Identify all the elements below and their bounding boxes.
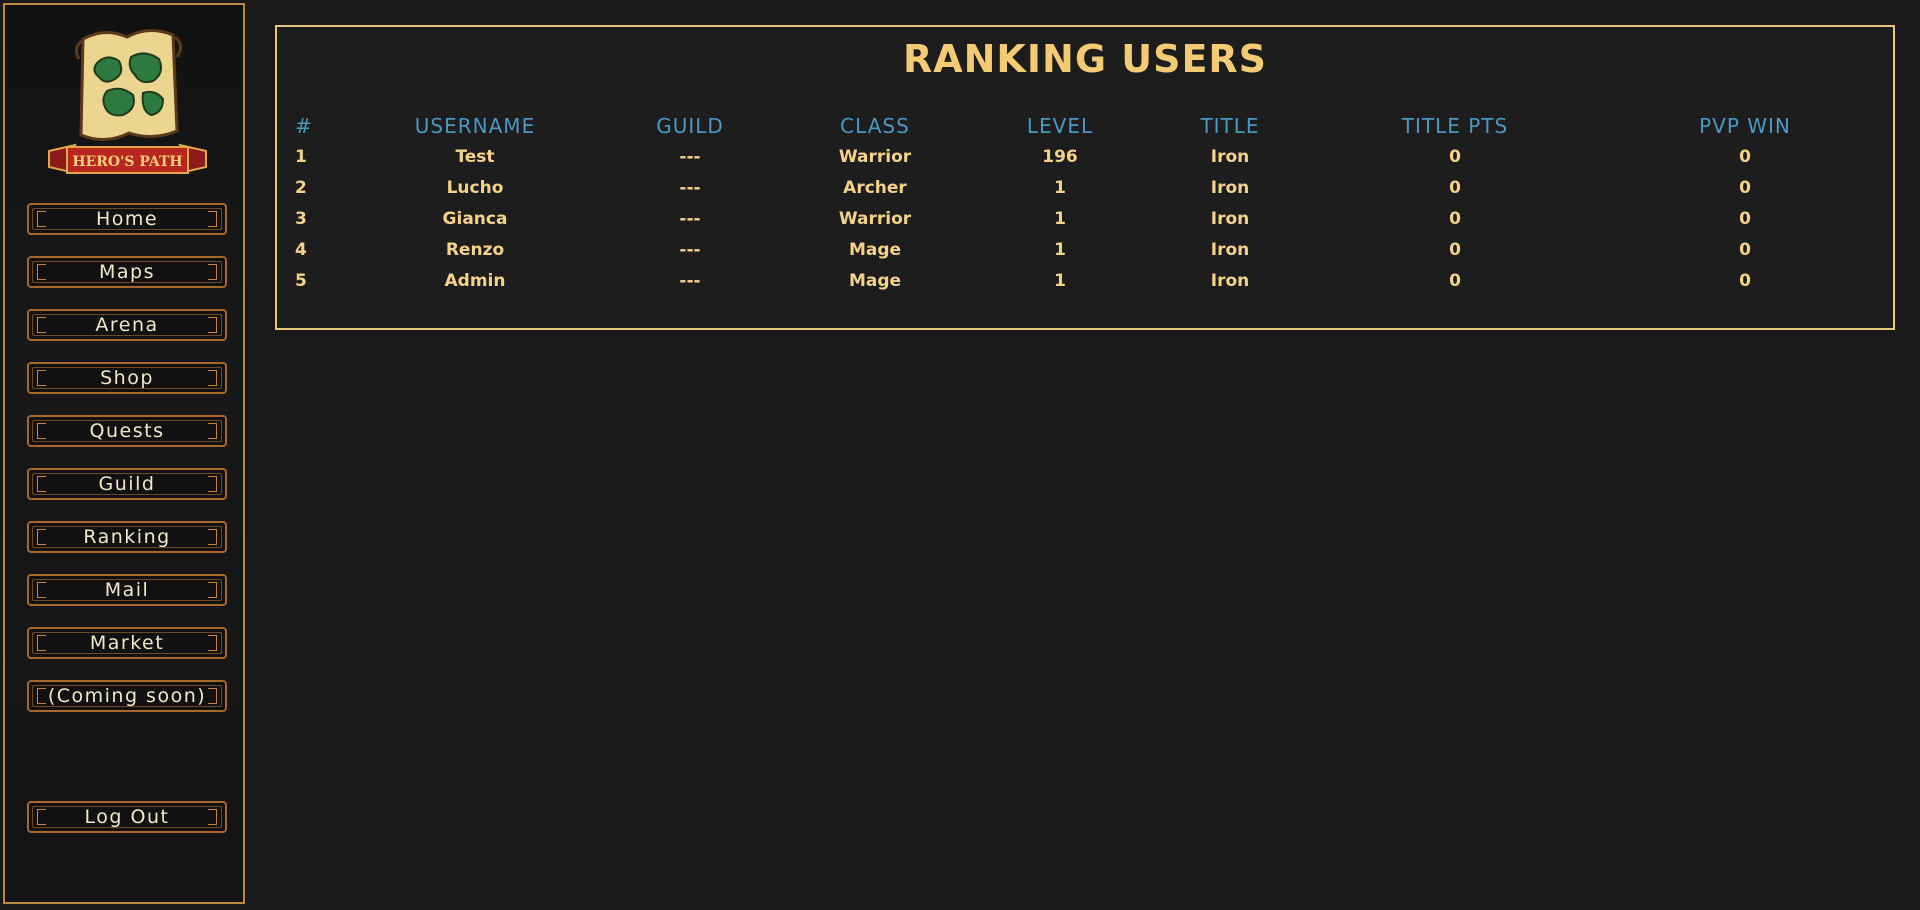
column-header-username[interactable]: USERNAME	[365, 111, 585, 141]
nav-arena-button[interactable]: Arena	[27, 309, 227, 341]
logo-map-scroll-icon: HERO'S PATH	[48, 29, 207, 175]
pvp-win-cell: 0	[1739, 270, 1751, 291]
username-cell: Gianca	[442, 208, 508, 229]
nav-ranking-label: Ranking	[83, 526, 171, 548]
level-cell: 196	[1042, 146, 1078, 167]
title-pts-cell: 0	[1449, 208, 1461, 229]
heros-path-logo[interactable]: HERO'S PATH	[45, 19, 210, 184]
rank-cell: 4	[295, 239, 307, 260]
title-pts-cell: 0	[1449, 239, 1461, 260]
nav-mail-button[interactable]: Mail	[27, 574, 227, 606]
nav-quests-label: Quests	[89, 420, 165, 442]
nav-home-label: Home	[95, 208, 159, 230]
nav-coming-soon-button[interactable]: (Coming soon)	[27, 680, 227, 712]
title-pts-cell: 0	[1449, 270, 1461, 291]
column-header-title-pts[interactable]: TITLE PTS	[1295, 111, 1615, 141]
column-header-guild[interactable]: GUILD	[585, 111, 795, 141]
title-cell: Iron	[1210, 239, 1250, 260]
class-cell: Warrior	[838, 208, 912, 229]
table-row: 1 Test --- Warrior 196 Iron 0 0	[295, 141, 1875, 172]
nav-arena-label: Arena	[95, 314, 159, 336]
table-header-row: # USERNAME GUILD CLASS LEVEL TITLE TITLE…	[295, 111, 1875, 141]
logout-button[interactable]: Log Out	[27, 801, 227, 833]
nav-ranking-button[interactable]: Ranking	[27, 521, 227, 553]
username-cell: Test	[455, 146, 495, 167]
column-header-pvp-win[interactable]: PVP WIN	[1615, 111, 1875, 141]
ranking-panel: RANKING USERS # USERNAME GUILD CLASS LEV…	[275, 25, 1895, 330]
title-pts-cell: 0	[1449, 177, 1461, 198]
pvp-win-cell: 0	[1739, 177, 1751, 198]
class-cell: Mage	[848, 239, 902, 260]
column-header-level[interactable]: LEVEL	[955, 111, 1165, 141]
table-row: 4 Renzo --- Mage 1 Iron 0 0	[295, 234, 1875, 265]
nav-market-button[interactable]: Market	[27, 627, 227, 659]
table-row: 5 Admin --- Mage 1 Iron 0 0	[295, 265, 1875, 296]
class-cell: Mage	[848, 270, 902, 291]
logo-text: HERO'S PATH	[72, 154, 182, 170]
username-cell: Admin	[444, 270, 506, 291]
rank-cell: 2	[295, 177, 307, 198]
title-cell: Iron	[1210, 146, 1250, 167]
guild-cell: ---	[679, 270, 701, 291]
nav-maps-label: Maps	[99, 261, 155, 283]
column-header-class[interactable]: CLASS	[795, 111, 955, 141]
rank-cell: 3	[295, 208, 307, 229]
nav-mail-label: Mail	[104, 579, 150, 601]
rank-cell: 5	[295, 270, 307, 291]
level-cell: 1	[1054, 239, 1066, 260]
class-cell: Warrior	[838, 146, 912, 167]
sidebar: HERO'S PATH Home Maps Arena Shop Quests …	[3, 3, 245, 904]
title-pts-cell: 0	[1449, 146, 1461, 167]
level-cell: 1	[1054, 208, 1066, 229]
app-root: HERO'S PATH Home Maps Arena Shop Quests …	[0, 0, 1920, 910]
column-header-title[interactable]: TITLE	[1165, 111, 1295, 141]
title-cell: Iron	[1210, 270, 1250, 291]
level-cell: 1	[1054, 177, 1066, 198]
class-cell: Archer	[843, 177, 907, 198]
nav-guild-button[interactable]: Guild	[27, 468, 227, 500]
pvp-win-cell: 0	[1739, 239, 1751, 260]
nav-guild-label: Guild	[98, 473, 156, 495]
username-cell: Lucho	[446, 177, 504, 198]
pvp-win-cell: 0	[1739, 146, 1751, 167]
guild-cell: ---	[679, 239, 701, 260]
guild-cell: ---	[679, 177, 701, 198]
logout-label: Log Out	[84, 806, 170, 828]
ranking-table: # USERNAME GUILD CLASS LEVEL TITLE TITLE…	[295, 111, 1875, 296]
nav-maps-button[interactable]: Maps	[27, 256, 227, 288]
nav-coming-soon-label: (Coming soon)	[47, 685, 207, 707]
title-cell: Iron	[1210, 208, 1250, 229]
pvp-win-cell: 0	[1739, 208, 1751, 229]
nav-home-button[interactable]: Home	[27, 203, 227, 235]
table-row: 3 Gianca --- Warrior 1 Iron 0 0	[295, 203, 1875, 234]
guild-cell: ---	[679, 146, 701, 167]
nav-shop-label: Shop	[100, 367, 154, 389]
level-cell: 1	[1054, 270, 1066, 291]
nav-shop-button[interactable]: Shop	[27, 362, 227, 394]
column-header-rank[interactable]: #	[295, 111, 365, 141]
nav-market-label: Market	[89, 632, 165, 654]
ranking-title: RANKING USERS	[902, 37, 1268, 81]
username-cell: Renzo	[445, 239, 505, 260]
rank-cell: 1	[295, 146, 307, 167]
title-cell: Iron	[1210, 177, 1250, 198]
nav-quests-button[interactable]: Quests	[27, 415, 227, 447]
guild-cell: ---	[679, 208, 701, 229]
table-row: 2 Lucho --- Archer 1 Iron 0 0	[295, 172, 1875, 203]
